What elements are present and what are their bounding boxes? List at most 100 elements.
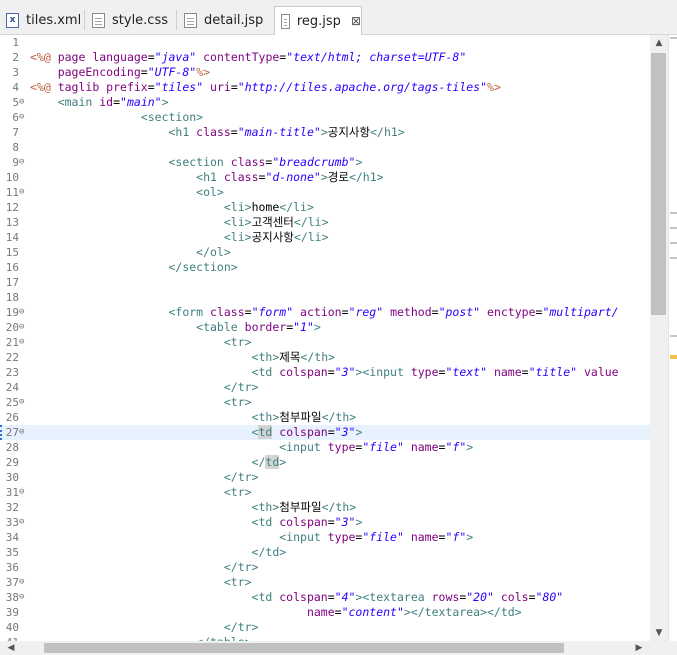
overview-marker[interactable] [670, 37, 677, 39]
overview-marker[interactable] [670, 242, 677, 244]
code-text[interactable]: <h1 class="main-title">공지사항</h1> [30, 125, 404, 140]
scrollbar-thumb[interactable] [44, 643, 564, 653]
code-text[interactable]: <ol> [30, 185, 224, 200]
code-text[interactable]: <%@ taglib prefix="tiles" uri="http://ti… [30, 80, 501, 95]
overview-ruler[interactable] [668, 35, 677, 641]
code-text[interactable]: name="content"></textarea></td> [30, 605, 522, 620]
code-line[interactable]: 22 <th>제목</th> [0, 350, 650, 365]
code-text[interactable]: </td> [30, 545, 287, 560]
code-line[interactable]: 29 </td> [0, 455, 650, 470]
code-text[interactable]: <input type="file" name="f"> [30, 440, 473, 455]
fold-toggle-icon[interactable]: ⊖ [19, 155, 28, 170]
overview-marker[interactable] [670, 335, 677, 337]
code-line[interactable]: 12 <li>home</li> [0, 200, 650, 215]
code-text[interactable]: <td colspan="3"> [30, 425, 362, 440]
scroll-up-icon[interactable]: ▲ [650, 35, 668, 51]
tab-style-css[interactable]: style.css [86, 8, 182, 32]
fold-toggle-icon[interactable]: ⊖ [19, 425, 28, 440]
code-line[interactable]: 38 ⊖ <td colspan="4"><textarea rows="20" … [0, 590, 650, 605]
scroll-left-icon[interactable]: ◀ [0, 641, 22, 655]
fold-toggle-icon[interactable]: ⊖ [19, 575, 28, 590]
code-line[interactable]: 26 <th>첨부파일</th> [0, 410, 650, 425]
code-text[interactable]: </tr> [30, 470, 259, 485]
code-line[interactable]: 10 <h1 class="d-none">경로</h1> [0, 170, 650, 185]
code-line[interactable]: 3 pageEncoding="UTF-8"%> [0, 65, 650, 80]
code-text[interactable]: <li>home</li> [30, 200, 314, 215]
code-line[interactable]: 8 [0, 140, 650, 155]
code-editor[interactable]: 1 2 <%@ page language="java" contentType="… [0, 35, 650, 641]
code-line[interactable]: 36 </tr> [0, 560, 650, 575]
code-line[interactable]: 7 <h1 class="main-title">공지사항</h1> [0, 125, 650, 140]
scrollbar-thumb[interactable] [651, 53, 666, 315]
code-line[interactable]: 13 <li>고객센터</li> [0, 215, 650, 230]
fold-toggle-icon[interactable]: ⊖ [19, 395, 28, 410]
code-text[interactable]: <td colspan="3"> [30, 515, 363, 530]
code-text[interactable]: <h1 class="d-none">경로</h1> [30, 170, 383, 185]
code-text[interactable]: </section> [30, 260, 237, 275]
fold-toggle-icon[interactable]: ⊖ [19, 110, 28, 125]
code-text[interactable]: <li>공지사항</li> [30, 230, 329, 245]
code-line[interactable]: 6 ⊖ <section> [0, 110, 650, 125]
code-line[interactable]: 11 ⊖ <ol> [0, 185, 650, 200]
code-line[interactable]: 37 ⊖ <tr> [0, 575, 650, 590]
code-line[interactable]: 16 </section> [0, 260, 650, 275]
fold-toggle-icon[interactable]: ⊖ [19, 320, 28, 335]
code-text[interactable]: <main id="main"> [30, 95, 169, 110]
code-line[interactable]: 4 <%@ taglib prefix="tiles" uri="http://t… [0, 80, 650, 95]
code-line[interactable]: 21 ⊖ <tr> [0, 335, 650, 350]
code-text[interactable]: </td> [30, 455, 286, 470]
code-line[interactable]: 40 </tr> [0, 620, 650, 635]
code-line[interactable]: 35 </td> [0, 545, 650, 560]
code-line[interactable]: 33 ⊖ <td colspan="3"> [0, 515, 650, 530]
code-line[interactable]: 30 </tr> [0, 470, 650, 485]
overview-marker[interactable] [670, 212, 677, 214]
code-line[interactable]: 14 <li>공지사항</li> [0, 230, 650, 245]
tab-reg-jsp[interactable]: reg.jsp ⊠ [274, 6, 362, 35]
code-line[interactable]: 23 <td colspan="3"><input type="text" na… [0, 365, 650, 380]
code-text[interactable]: </tr> [30, 620, 259, 635]
horizontal-scrollbar[interactable]: ◀ ▶ [0, 641, 650, 655]
code-text[interactable]: <tr> [30, 395, 252, 410]
code-line[interactable]: 32 <th>첨부파일</th> [0, 500, 650, 515]
code-line[interactable]: 19 ⊖ <form class="form" action="reg" meth… [0, 305, 650, 320]
code-line[interactable]: 34 <input type="file" name="f"> [0, 530, 650, 545]
overview-marker[interactable] [670, 227, 677, 229]
code-text[interactable]: </tr> [30, 380, 259, 395]
code-text[interactable]: <section> [30, 110, 203, 125]
code-text[interactable]: <section class="breadcrumb"> [30, 155, 362, 170]
code-text[interactable]: <tr> [30, 335, 252, 350]
code-line[interactable]: 18 [0, 290, 650, 305]
code-line[interactable]: 27 ⊖ <td colspan="3"> [0, 425, 650, 440]
code-text[interactable]: pageEncoding="UTF-8"%> [30, 65, 210, 80]
code-line[interactable]: 25 ⊖ <tr> [0, 395, 650, 410]
fold-toggle-icon[interactable]: ⊖ [19, 515, 28, 530]
code-text[interactable]: <input type="file" name="f"> [30, 530, 473, 545]
scroll-down-icon[interactable]: ▼ [650, 625, 668, 641]
code-text[interactable]: </ol> [30, 245, 231, 260]
warning-marker[interactable] [670, 355, 677, 359]
close-tab-icon[interactable]: ⊠ [351, 14, 361, 28]
code-text[interactable]: <table border="1"> [30, 320, 321, 335]
code-line[interactable]: 15 </ol> [0, 245, 650, 260]
fold-toggle-icon[interactable]: ⊖ [19, 335, 28, 350]
code-text[interactable]: <%@ page language="java" contentType="te… [30, 50, 466, 65]
code-text[interactable]: <td colspan="3"><input type="text" name=… [30, 365, 619, 380]
code-text[interactable]: <td colspan="4"><textarea rows="20" cols… [30, 590, 564, 605]
code-line[interactable]: 17 [0, 275, 650, 290]
code-text[interactable]: <li>고객센터</li> [30, 215, 329, 230]
code-line[interactable]: 5 ⊖ <main id="main"> [0, 95, 650, 110]
code-line[interactable]: 20 ⊖ <table border="1"> [0, 320, 650, 335]
code-text[interactable]: <tr> [30, 575, 252, 590]
scroll-right-icon[interactable]: ▶ [628, 641, 650, 655]
fold-toggle-icon[interactable]: ⊖ [19, 305, 28, 320]
vertical-scrollbar[interactable]: ▲ ▼ [650, 35, 668, 641]
code-line[interactable]: 39 name="content"></textarea></td> [0, 605, 650, 620]
tab-tiles-xml[interactable]: x tiles.xml [0, 8, 88, 32]
code-line[interactable]: 9 ⊖ <section class="breadcrumb"> [0, 155, 650, 170]
code-text[interactable]: <th>첨부파일</th> [30, 500, 357, 515]
overview-marker[interactable] [670, 257, 677, 259]
code-text[interactable]: <th>제목</th> [30, 350, 336, 365]
code-line[interactable]: 2 <%@ page language="java" contentType="t… [0, 50, 650, 65]
fold-toggle-icon[interactable]: ⊖ [19, 185, 28, 200]
tab-detail-jsp[interactable]: detail.jsp [178, 8, 274, 32]
